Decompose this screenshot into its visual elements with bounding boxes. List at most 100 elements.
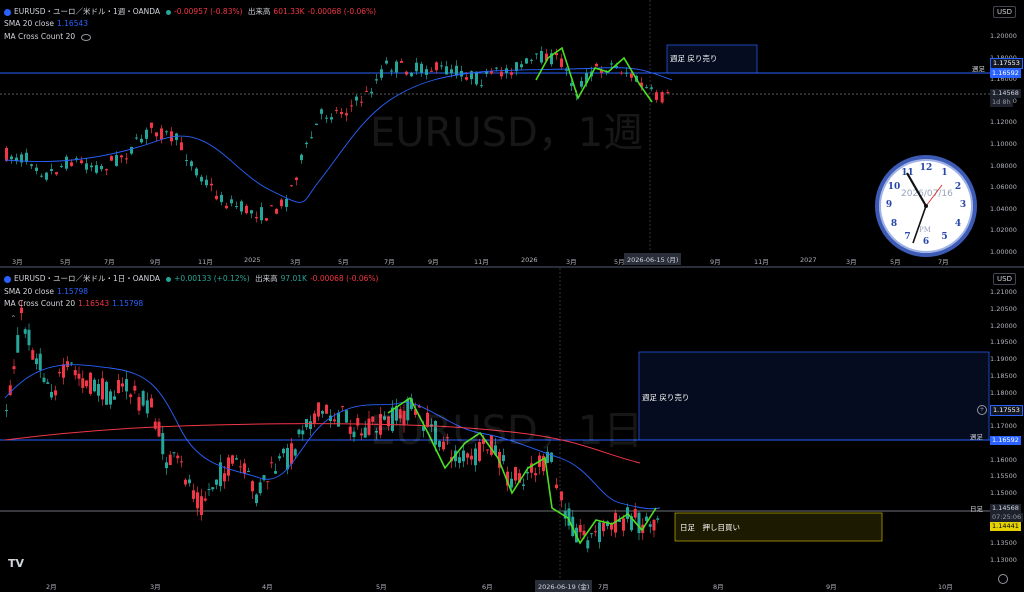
weekly-candle	[70, 162, 73, 166]
time-axis-label: 11月	[474, 258, 489, 266]
weekly-currency-button[interactable]: USD	[993, 6, 1016, 18]
daily-candle	[550, 452, 553, 462]
daily-candle	[626, 507, 629, 519]
weekly-candle	[650, 87, 653, 89]
daily-currency-button[interactable]: USD	[993, 273, 1016, 285]
time-axis-label: 2026	[521, 256, 538, 264]
weekly-candle	[235, 206, 238, 208]
daily-candle	[223, 473, 226, 482]
daily-volume-label: 出来高	[255, 274, 278, 283]
daily-change: +0.00133 (+0.12%)	[174, 274, 250, 283]
daily-legend-sma[interactable]: SMA 20 close 1.15798	[4, 287, 91, 296]
weekly-chart-canvas[interactable]	[0, 0, 1024, 266]
daily-chart-pane[interactable]: EURUSD・ユーロ／米ドル・1日・OANDA +0.00133 (+0.12%)…	[0, 268, 1024, 592]
daily-macc-value-2: 1.15798	[112, 299, 144, 308]
weekly-candle	[355, 96, 358, 101]
weekly-candle	[120, 155, 123, 158]
weekly-candle	[145, 129, 148, 139]
daily-candle	[196, 492, 199, 509]
weekly-legend-sma[interactable]: SMA 20 close 1.16543	[4, 19, 91, 28]
weekly-legend-macc[interactable]: MA Cross Count 20	[4, 32, 94, 41]
settings-gear-icon[interactable]	[998, 574, 1008, 584]
daily-candle	[305, 418, 308, 428]
daily-candle	[77, 373, 81, 379]
weekly-macc-label[interactable]: MA Cross Count 20	[4, 32, 75, 41]
daily-candle	[290, 443, 293, 464]
weekly-countdown: 1d 8h	[990, 98, 1013, 107]
weekly-volume-label: 出来高	[247, 7, 271, 16]
daily-candle	[66, 361, 69, 367]
time-axis-label: 7月	[384, 258, 395, 266]
daily-candle	[594, 531, 597, 533]
tradingview-logo[interactable]: TV	[8, 557, 24, 570]
clock-minute-hand	[912, 205, 927, 244]
daily-candle	[125, 379, 128, 392]
daily-candle	[27, 329, 31, 346]
daily-candle	[602, 522, 605, 532]
weekly-candle	[190, 161, 193, 167]
daily-candle	[470, 455, 473, 460]
daily-sell-zone[interactable]	[638, 351, 990, 441]
market-status-icon	[166, 276, 172, 282]
time-axis-label: 3月	[12, 258, 23, 266]
daily-candle	[101, 378, 104, 400]
weekly-symbol[interactable]: EURUSD・ユーロ／米ドル・1週・OANDA	[14, 7, 160, 16]
daily-candle	[337, 412, 340, 427]
daily-price-tag-2: 1.16592	[990, 436, 1021, 445]
daily-symbol[interactable]: EURUSD・ユーロ／米ドル・1日・OANDA	[14, 274, 160, 283]
daily-candle	[598, 522, 601, 543]
time-axis-label: 2027	[800, 256, 817, 264]
daily-candle	[301, 430, 305, 435]
weekly-candle	[200, 176, 203, 182]
weekly-candle	[655, 92, 658, 100]
daily-candle	[137, 397, 141, 411]
weekly-candle	[105, 169, 108, 171]
weekly-candle	[300, 154, 303, 161]
price-axis-label: 1.20500	[990, 304, 1017, 313]
daily-candle	[121, 383, 124, 387]
daily-legend-symbol: EURUSD・ユーロ／米ドル・1日・OANDA +0.00133 (+0.12%)…	[4, 273, 381, 284]
price-axis-label: 1.21000	[990, 288, 1017, 296]
weekly-candle	[245, 205, 248, 214]
weekly-chart-pane[interactable]: EURUSD・ユーロ／米ドル・1週・OANDA -0.00957 (-0.83%)…	[0, 0, 1024, 266]
daily-candle	[656, 518, 660, 520]
visibility-eye-icon[interactable]	[81, 33, 92, 41]
daily-volume-change: -0.00068 (-0.06%)	[309, 274, 379, 283]
time-axis-label: 11月	[754, 258, 769, 266]
weekly-candle	[310, 137, 313, 139]
daily-candle	[317, 402, 320, 417]
daily-candle	[20, 307, 23, 314]
daily-candle	[438, 441, 441, 447]
daily-chart-canvas[interactable]	[0, 268, 1024, 592]
time-axis-label: 5月	[376, 583, 387, 591]
daily-candle	[309, 421, 312, 429]
weekly-candle	[535, 53, 538, 55]
weekly-candle	[270, 205, 273, 207]
weekly-candle	[405, 71, 408, 75]
daily-legend-macc[interactable]: MA Cross Count 20 1.16543 1.15798	[4, 299, 146, 308]
daily-candle	[442, 441, 445, 450]
time-axis-label: 5月	[60, 258, 71, 266]
add-alert-icon[interactable]: +	[977, 405, 987, 415]
daily-candle	[239, 466, 242, 468]
weekly-sma-label[interactable]: SMA 20 close	[4, 19, 54, 28]
daily-macc-label[interactable]: MA Cross Count 20	[4, 299, 75, 308]
daily-candle	[367, 418, 371, 435]
daily-candle	[648, 524, 652, 527]
weekly-sma-line[interactable]	[4, 67, 673, 203]
daily-candle	[526, 471, 529, 474]
price-axis-label: 1.04000	[990, 204, 1017, 213]
weekly-candle	[95, 165, 98, 173]
weekly-candle	[10, 156, 13, 160]
weekly-candle	[645, 87, 648, 89]
analog-clock: 121234567891011 2026/07/16 PM	[875, 155, 977, 257]
daily-candle	[133, 385, 137, 391]
daily-sma-label[interactable]: SMA 20 close	[4, 287, 54, 296]
weekly-candle	[330, 117, 333, 120]
weekly-candle	[395, 61, 398, 73]
weekly-candle	[425, 69, 428, 75]
collapse-chevron-icon[interactable]: ⌃	[10, 314, 17, 323]
weekly-candle	[100, 165, 103, 170]
daily-candle	[35, 358, 38, 365]
weekly-candle	[315, 123, 318, 126]
